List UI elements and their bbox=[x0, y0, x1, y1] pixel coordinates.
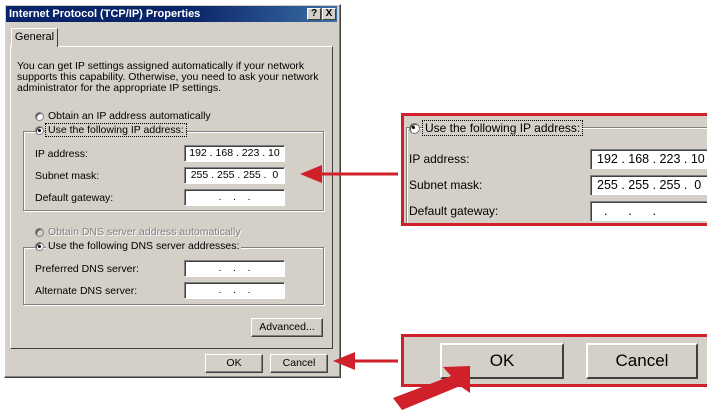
arrow-left-icon bbox=[300, 165, 398, 183]
arrow-left-icon bbox=[333, 352, 398, 370]
tab-general[interactable]: General bbox=[11, 28, 58, 47]
pointer-arrow-icon bbox=[393, 366, 470, 410]
annotation-arrows bbox=[300, 165, 470, 410]
